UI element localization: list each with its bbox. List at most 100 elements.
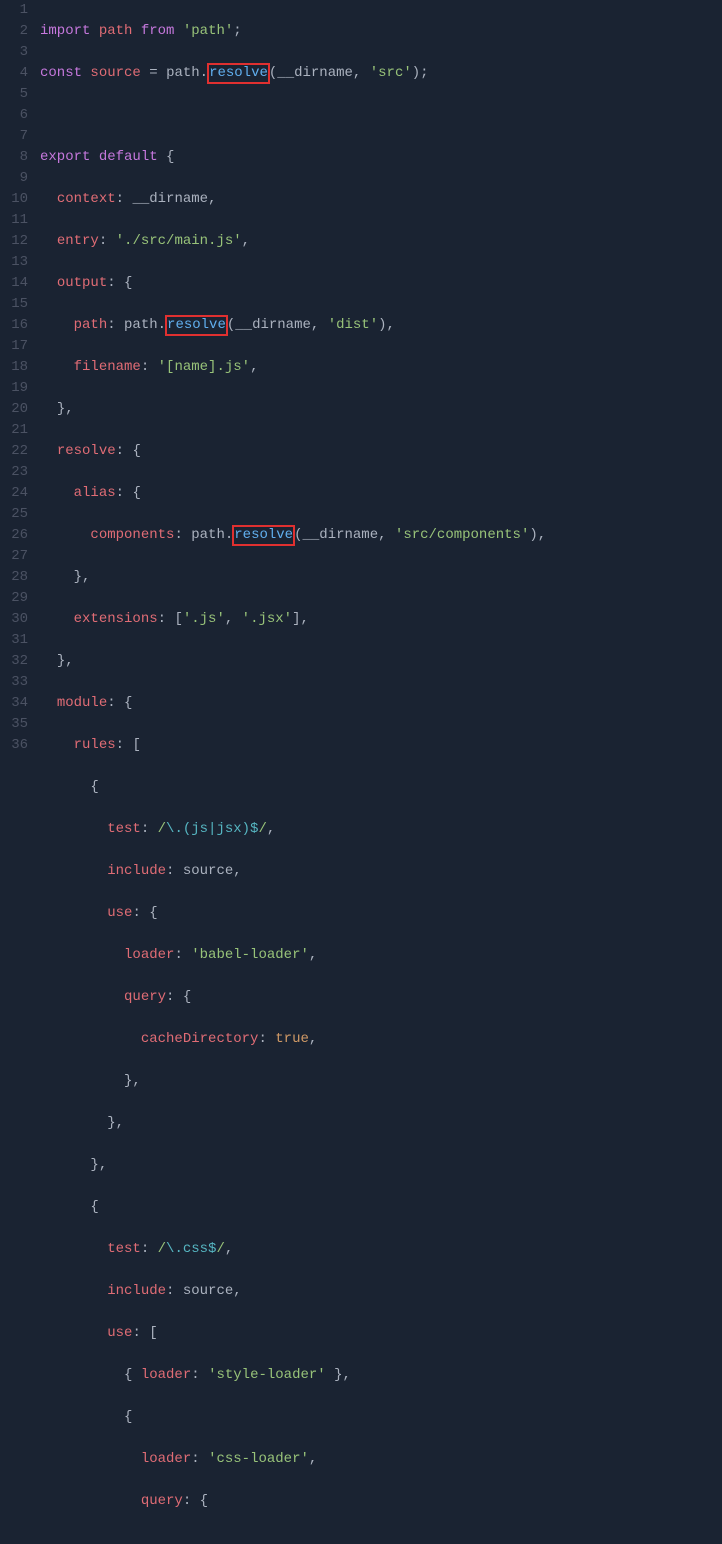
line-number: 26 xyxy=(0,525,28,546)
token-prop: cacheDirectory xyxy=(141,1031,259,1047)
line-number: 11 xyxy=(0,210,28,231)
code-line[interactable]: { xyxy=(40,1197,722,1218)
code-line[interactable]: include: source, xyxy=(40,861,722,882)
token-punc: { xyxy=(90,1199,98,1215)
code-line[interactable]: { xyxy=(40,1407,722,1428)
token-punc: { xyxy=(149,905,157,921)
token-plain: __dirname xyxy=(277,65,353,81)
code-line[interactable]: context: __dirname, xyxy=(40,189,722,210)
line-number: 1 xyxy=(0,0,28,21)
token-punc: : xyxy=(116,443,133,459)
token-punc: : xyxy=(132,905,149,921)
token-prop: resolve xyxy=(57,443,116,459)
code-line[interactable]: rules: [ xyxy=(40,735,722,756)
token-punc: [ xyxy=(174,611,182,627)
line-number: 24 xyxy=(0,483,28,504)
token-punc: : xyxy=(141,359,158,375)
token-plain: path xyxy=(124,317,158,333)
code-line[interactable]: entry: './src/main.js', xyxy=(40,231,722,252)
token-prop: entry xyxy=(57,233,99,249)
code-line[interactable]: }, xyxy=(40,651,722,672)
code-line[interactable]: filename: '[name].js', xyxy=(40,357,722,378)
code-line[interactable]: components: path.resolve(__dirname, 'src… xyxy=(40,525,722,546)
code-line[interactable]: }, xyxy=(40,1155,722,1176)
line-number: 6 xyxy=(0,105,28,126)
code-line[interactable]: path: path.resolve(__dirname, 'dist'), xyxy=(40,315,722,336)
line-number: 35 xyxy=(0,714,28,735)
code-line[interactable]: export default { xyxy=(40,147,722,168)
code-line[interactable]: import path from 'path'; xyxy=(40,21,722,42)
token-regex: / xyxy=(158,821,166,837)
token-plain: __dirname xyxy=(132,191,208,207)
token-punc: }, xyxy=(107,1115,124,1131)
token-punc: , xyxy=(353,65,370,81)
token-punc: = xyxy=(141,65,166,81)
code-line[interactable]: const source = path.resolve(__dirname, '… xyxy=(40,63,722,84)
code-line[interactable]: { loader: 'style-loader' }, xyxy=(40,1365,722,1386)
code-line[interactable]: module: { xyxy=(40,693,722,714)
token-plain: __dirname xyxy=(235,317,311,333)
token-prop: components xyxy=(90,527,174,543)
token-prop: use xyxy=(107,905,132,921)
code-line[interactable]: use: [ xyxy=(40,1323,722,1344)
line-number: 15 xyxy=(0,294,28,315)
token-punc: : xyxy=(166,989,183,1005)
token-punc: : xyxy=(116,191,133,207)
token-punc: }, xyxy=(74,569,91,585)
token-punc: : xyxy=(191,1451,208,1467)
token-punc: ) xyxy=(529,527,537,543)
code-line[interactable]: loader: 'css-loader', xyxy=(40,1449,722,1470)
token-var: source xyxy=(90,65,140,81)
token-plain: source xyxy=(183,863,233,879)
code-line[interactable]: cacheDirectory: true, xyxy=(40,1029,722,1050)
token-func: resolve xyxy=(209,65,268,81)
token-punc: { xyxy=(124,1367,132,1383)
code-line[interactable]: test: /\.css$/, xyxy=(40,1239,722,1260)
code-line[interactable]: { xyxy=(40,777,722,798)
code-line[interactable]: use: { xyxy=(40,903,722,924)
code-line[interactable]: test: /\.(js|jsx)$/, xyxy=(40,819,722,840)
token-plain: path xyxy=(166,65,200,81)
token-punc: { xyxy=(90,779,98,795)
code-line[interactable]: query: { xyxy=(40,1491,722,1512)
code-editor[interactable]: 1 2 3 4 5 6 7 8 9 10 11 12 13 14 15 16 1… xyxy=(0,0,722,1544)
token-string: 'path' xyxy=(183,23,233,39)
line-number: 4 xyxy=(0,63,28,84)
token-string: '[name].js' xyxy=(158,359,250,375)
code-content[interactable]: import path from 'path'; const source = … xyxy=(40,0,722,1544)
token-punc: : xyxy=(107,695,124,711)
token-keyword: default xyxy=(99,149,158,165)
token-prop: alias xyxy=(74,485,116,501)
code-line[interactable]: }, xyxy=(40,567,722,588)
code-line[interactable]: alias: { xyxy=(40,483,722,504)
token-prop: test xyxy=(107,1241,141,1257)
code-line[interactable]: extensions: ['.js', '.jsx'], xyxy=(40,609,722,630)
token-string: 'src' xyxy=(370,65,412,81)
code-line[interactable] xyxy=(40,105,722,126)
token-punc: : xyxy=(99,233,116,249)
line-number: 36 xyxy=(0,735,28,756)
code-line[interactable]: }, xyxy=(40,399,722,420)
token-punc: , xyxy=(378,527,395,543)
code-line[interactable]: output: { xyxy=(40,273,722,294)
token-punc: : xyxy=(116,485,133,501)
token-string: 'style-loader' xyxy=(208,1367,326,1383)
token-prop: filename xyxy=(74,359,141,375)
code-line[interactable]: loader: 'babel-loader', xyxy=(40,945,722,966)
token-prop: use xyxy=(107,1325,132,1341)
code-line[interactable]: resolve: { xyxy=(40,441,722,462)
code-line[interactable]: include: source, xyxy=(40,1281,722,1302)
token-punc: : xyxy=(158,611,175,627)
line-number: 17 xyxy=(0,336,28,357)
line-number: 14 xyxy=(0,273,28,294)
token-punc: }, xyxy=(124,1073,141,1089)
token-string: './src/main.js' xyxy=(116,233,242,249)
code-line[interactable]: }, xyxy=(40,1113,722,1134)
code-line[interactable]: }, xyxy=(40,1071,722,1092)
line-number: 31 xyxy=(0,630,28,651)
token-punc: , xyxy=(311,317,328,333)
code-line[interactable]: query: { xyxy=(40,987,722,1008)
line-number: 3 xyxy=(0,42,28,63)
token-keyword: from xyxy=(141,23,175,39)
token-string: 'css-loader' xyxy=(208,1451,309,1467)
